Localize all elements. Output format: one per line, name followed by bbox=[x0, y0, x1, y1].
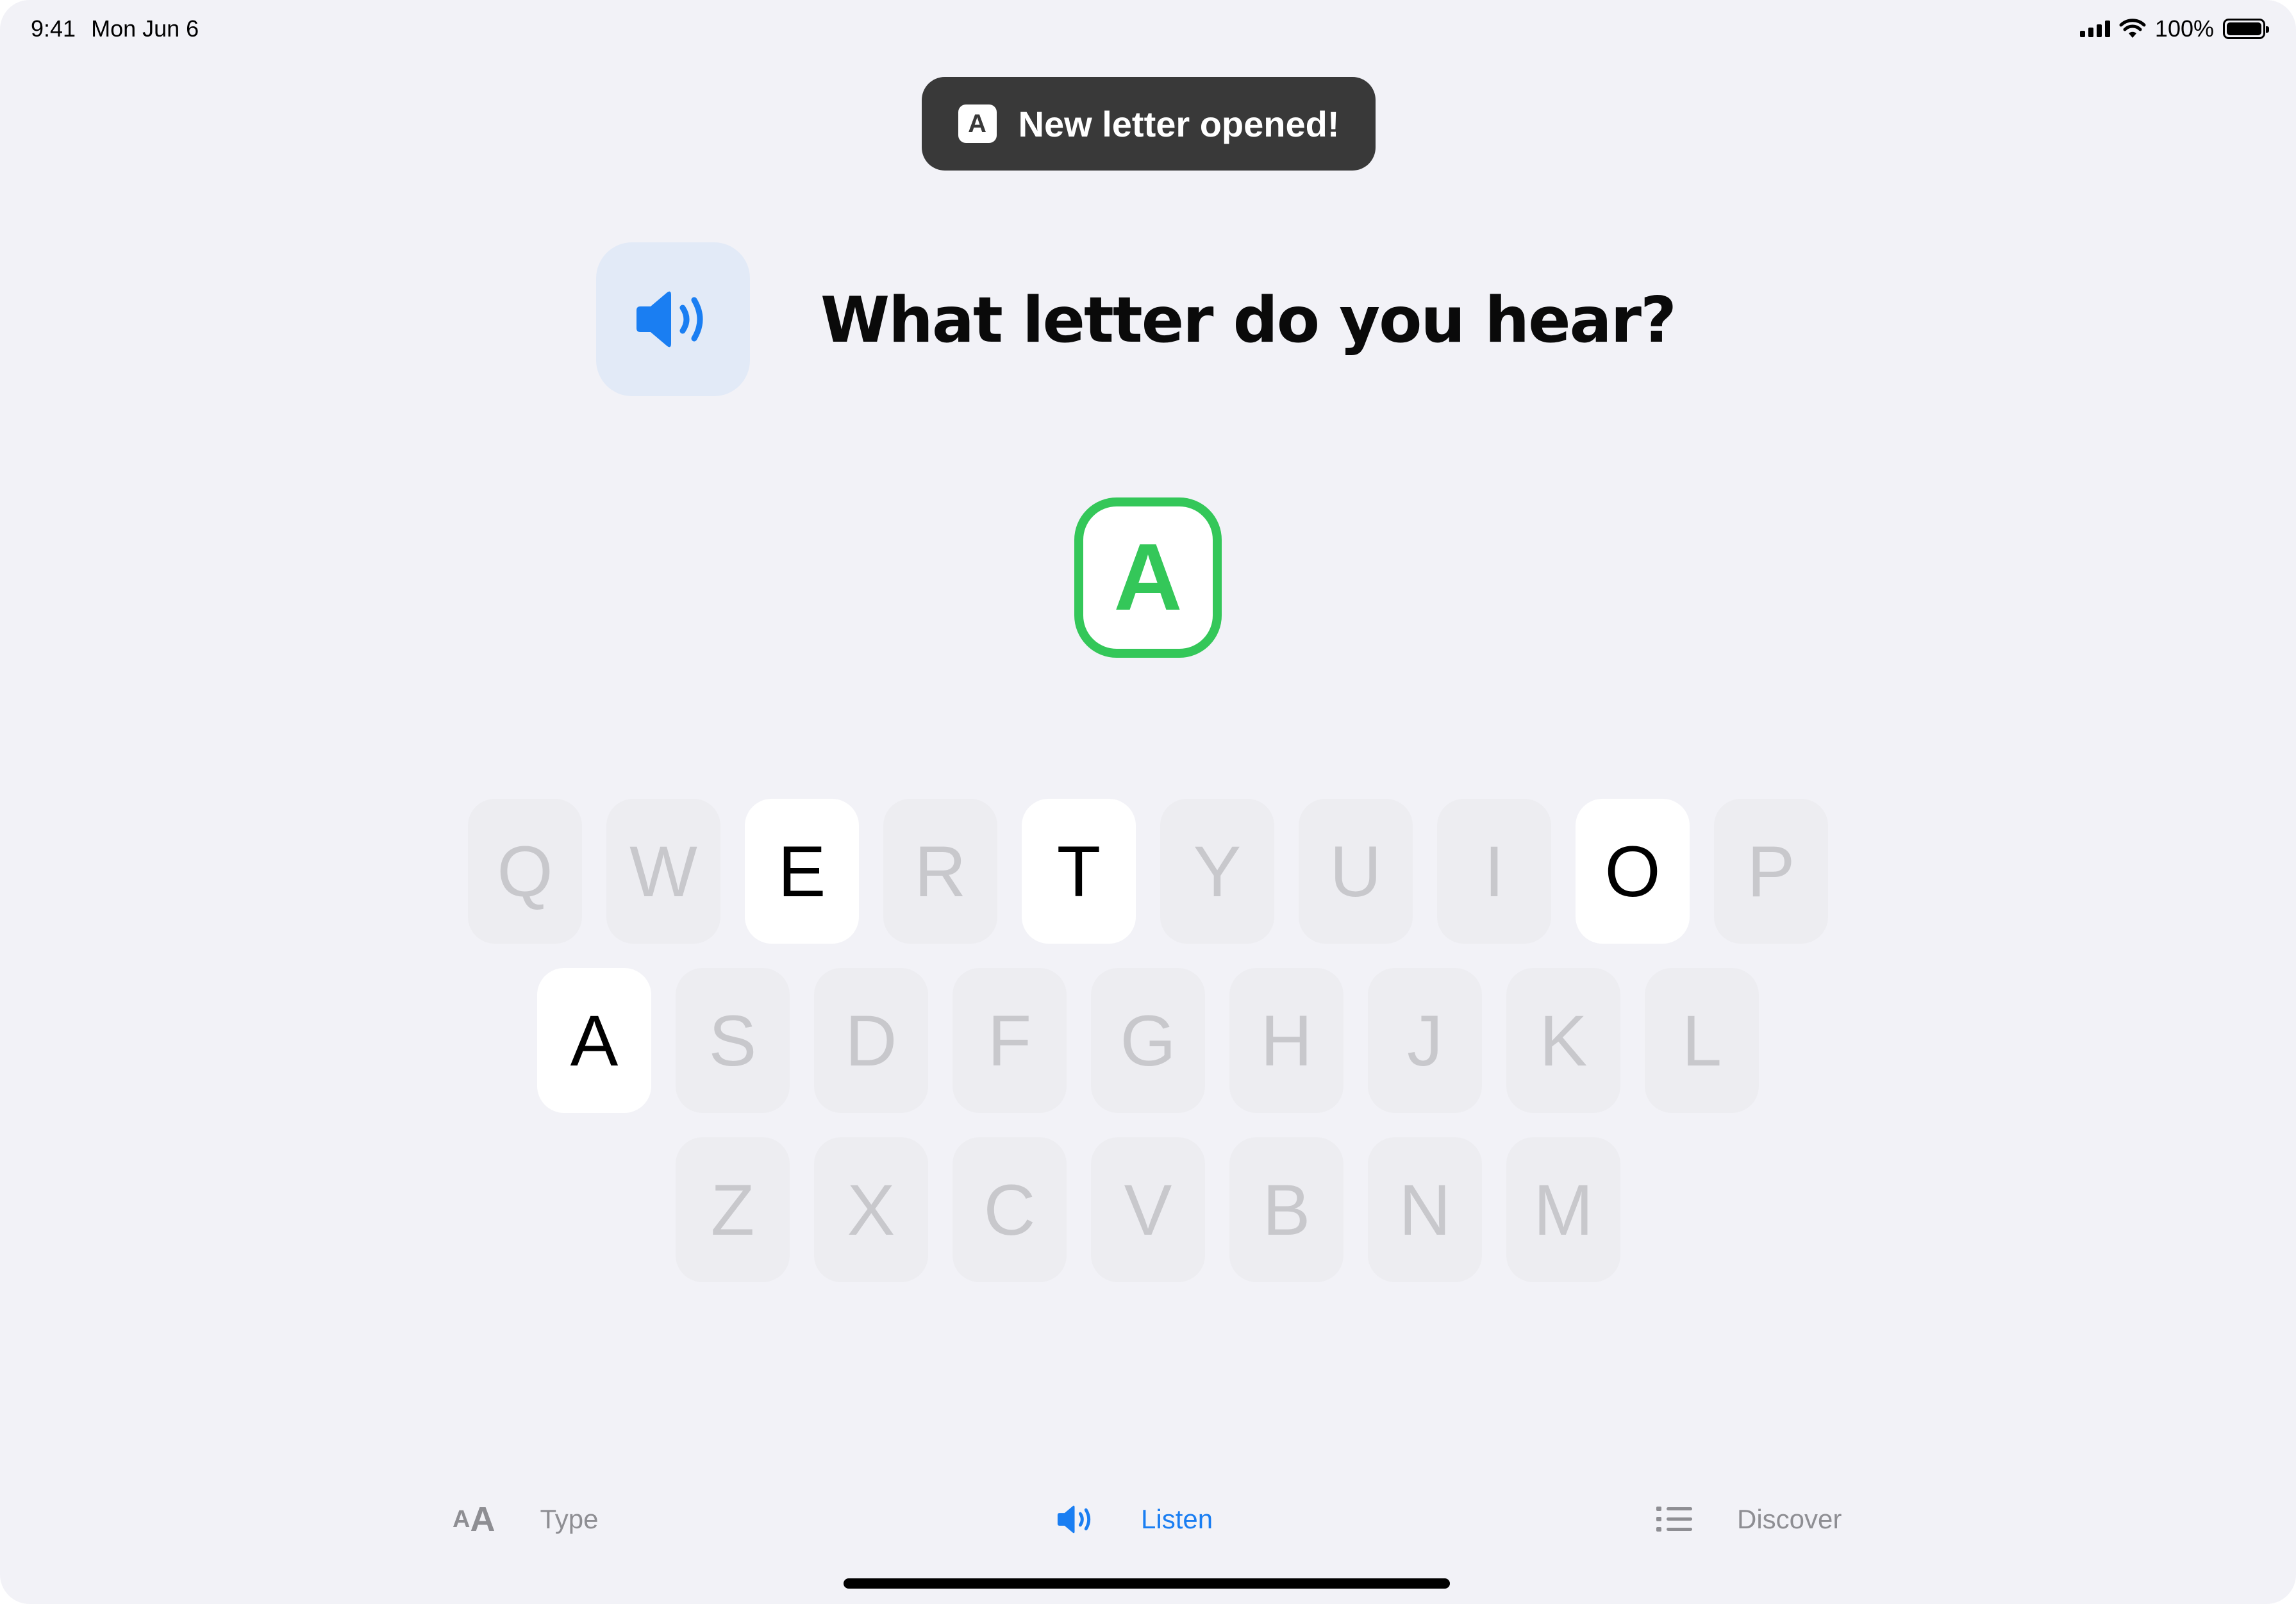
key-m[interactable]: M bbox=[1506, 1137, 1620, 1282]
key-b[interactable]: B bbox=[1229, 1137, 1343, 1282]
key-p[interactable]: P bbox=[1714, 799, 1828, 944]
key-w[interactable]: W bbox=[606, 799, 720, 944]
key-d[interactable]: D bbox=[814, 968, 928, 1113]
key-r[interactable]: R bbox=[883, 799, 997, 944]
key-g[interactable]: G bbox=[1091, 968, 1205, 1113]
battery-fill bbox=[2227, 22, 2261, 35]
battery-percent: 100% bbox=[2154, 15, 2214, 42]
new-letter-toast: A New letter opened! bbox=[922, 77, 1376, 171]
key-k[interactable]: K bbox=[1506, 968, 1620, 1113]
key-o[interactable]: O bbox=[1576, 799, 1690, 944]
status-date: Mon Jun 6 bbox=[91, 15, 199, 42]
key-s[interactable]: S bbox=[676, 968, 790, 1113]
tab-listen[interactable]: Listen bbox=[1055, 1494, 1213, 1545]
battery-icon bbox=[2223, 19, 2269, 39]
key-q[interactable]: Q bbox=[468, 799, 582, 944]
key-e[interactable]: E bbox=[745, 799, 859, 944]
key-j[interactable]: J bbox=[1368, 968, 1482, 1113]
tab-discover-label: Discover bbox=[1737, 1504, 1842, 1534]
answer-letter-tile: A bbox=[1074, 497, 1222, 658]
app-screen: 9:41 Mon Jun 6 100% A New letter opened! bbox=[0, 0, 2296, 1604]
wifi-icon bbox=[2119, 19, 2146, 39]
key-x[interactable]: X bbox=[814, 1137, 928, 1282]
toast-message: New letter opened! bbox=[1018, 103, 1340, 144]
key-v[interactable]: V bbox=[1091, 1137, 1205, 1282]
status-time: 9:41 bbox=[31, 15, 76, 42]
key-y[interactable]: Y bbox=[1160, 799, 1274, 944]
tab-listen-label: Listen bbox=[1141, 1504, 1213, 1534]
speaker-wave-icon bbox=[636, 291, 703, 347]
key-a[interactable]: A bbox=[537, 968, 651, 1113]
key-i[interactable]: I bbox=[1437, 799, 1551, 944]
key-f[interactable]: F bbox=[953, 968, 1067, 1113]
key-n[interactable]: N bbox=[1368, 1137, 1482, 1282]
tab-type-label: Type bbox=[540, 1504, 599, 1534]
text-size-icon: AA bbox=[453, 1500, 495, 1539]
question-heading: What letter do you hear? bbox=[820, 284, 1677, 357]
key-t[interactable]: T bbox=[1022, 799, 1136, 944]
status-bar-left: 9:41 Mon Jun 6 bbox=[31, 6, 199, 51]
tab-type[interactable]: AA Type bbox=[453, 1494, 599, 1545]
key-u[interactable]: U bbox=[1299, 799, 1413, 944]
status-bar-right: 100% bbox=[2079, 6, 2269, 51]
letter-badge-icon: A bbox=[958, 104, 997, 143]
key-c[interactable]: C bbox=[953, 1137, 1067, 1282]
home-indicator[interactable] bbox=[844, 1578, 1450, 1589]
play-sound-button[interactable] bbox=[596, 242, 750, 396]
speaker-icon bbox=[1055, 1503, 1096, 1535]
tab-discover[interactable]: Discover bbox=[1656, 1494, 1842, 1545]
key-z[interactable]: Z bbox=[676, 1137, 790, 1282]
key-l[interactable]: L bbox=[1645, 968, 1759, 1113]
list-icon bbox=[1656, 1505, 1692, 1533]
key-h[interactable]: H bbox=[1229, 968, 1343, 1113]
cellular-signal-icon bbox=[2079, 21, 2110, 37]
